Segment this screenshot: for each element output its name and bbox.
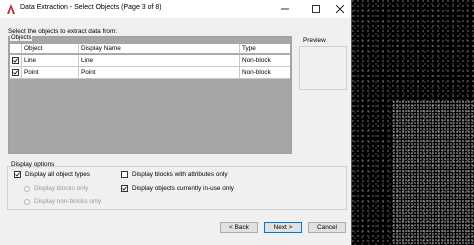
checkmark-icon xyxy=(122,186,127,191)
row-check-cell xyxy=(10,67,22,79)
close-button[interactable] xyxy=(327,0,353,18)
display-blocks-only-label: Display blocks only xyxy=(34,185,89,192)
instruction-text: Select the objects to extract data from: xyxy=(8,28,118,35)
object-cell: Line xyxy=(22,55,79,67)
maximize-icon xyxy=(312,5,320,13)
display-non-blocks-only-label: Display non-blocks only xyxy=(34,198,102,205)
display-objects-in-use-option[interactable]: Display objects currently in-use only xyxy=(121,185,234,192)
cancel-button[interactable]: Cancel xyxy=(308,222,346,233)
data-extraction-dialog: Data Extraction - Select Objects (Page 3… xyxy=(0,0,352,245)
objects-header: Object Display Name Type xyxy=(10,44,290,54)
checkmark-icon xyxy=(13,58,18,63)
display-objects-in-use-label: Display objects currently in-use only xyxy=(132,185,234,192)
column-header-object[interactable]: Object xyxy=(22,44,79,54)
display-all-object-types-option[interactable]: Display all object types xyxy=(14,171,90,178)
close-icon xyxy=(336,5,344,13)
minimize-icon xyxy=(281,8,289,10)
objects-legend: Objects xyxy=(10,35,33,41)
display-blocks-with-attributes-checkbox[interactable] xyxy=(121,171,128,178)
type-cell: Non-block xyxy=(240,67,290,79)
autocad-logo-icon xyxy=(7,4,15,14)
display-options-legend: Display options xyxy=(11,161,55,168)
preview-pane xyxy=(299,46,347,90)
drawing-points xyxy=(392,100,474,245)
back-button[interactable]: < Back xyxy=(220,222,258,233)
row-checkbox[interactable] xyxy=(12,57,19,64)
display-blocks-only-radio xyxy=(24,185,30,192)
display-blocks-with-attributes-option[interactable]: Display blocks with attributes only xyxy=(121,171,228,178)
display-name-cell[interactable]: Point xyxy=(79,67,240,79)
column-header-display-name[interactable]: Display Name xyxy=(79,44,240,54)
column-header-type[interactable]: Type xyxy=(240,44,290,54)
display-all-object-types-label: Display all object types xyxy=(25,171,91,178)
table-row[interactable]: Point Point Non-block xyxy=(10,67,290,79)
minimize-button[interactable] xyxy=(272,0,298,18)
window-title: Data Extraction - Select Objects (Page 3… xyxy=(20,4,162,11)
row-check-cell xyxy=(10,55,22,67)
display-non-blocks-only-radio xyxy=(24,198,30,205)
display-non-blocks-only-option: Display non-blocks only xyxy=(24,198,101,205)
display-all-object-types-checkbox[interactable] xyxy=(14,171,21,178)
next-button[interactable]: Next > xyxy=(264,222,302,233)
display-blocks-only-option: Display blocks only xyxy=(24,185,88,192)
display-blocks-with-attributes-label: Display blocks with attributes only xyxy=(132,171,228,178)
preview-label: Preview xyxy=(303,37,326,44)
checkmark-icon xyxy=(15,172,20,177)
objects-list[interactable]: Object Display Name Type Line Line Non-b… xyxy=(8,36,292,154)
object-cell: Point xyxy=(22,67,79,79)
display-objects-in-use-checkbox[interactable] xyxy=(121,185,128,192)
title-bar: Data Extraction - Select Objects (Page 3… xyxy=(0,0,351,18)
type-cell: Non-block xyxy=(240,55,290,67)
header-check-column xyxy=(10,44,22,54)
checkmark-icon xyxy=(13,70,18,75)
row-checkbox[interactable] xyxy=(12,69,19,76)
maximize-button[interactable] xyxy=(303,0,329,18)
display-name-cell[interactable]: Line xyxy=(79,55,240,67)
table-row[interactable]: Line Line Non-block xyxy=(10,55,290,67)
